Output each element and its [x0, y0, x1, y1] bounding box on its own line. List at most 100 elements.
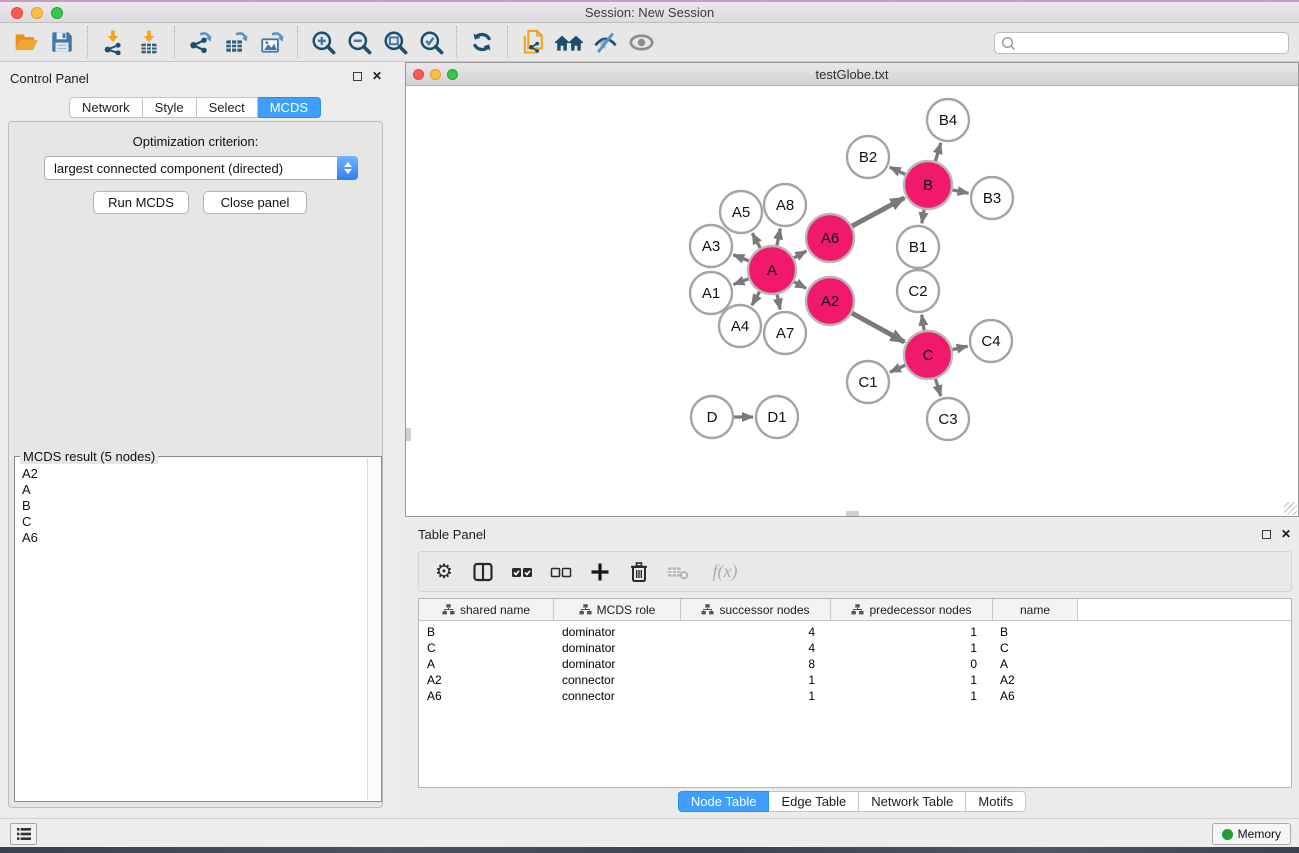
- zoom-fit-button[interactable]: [377, 25, 413, 59]
- close-panel-icon[interactable]: ✕: [372, 71, 382, 82]
- minimize-window-icon[interactable]: [31, 7, 43, 19]
- save-session-button[interactable]: [44, 25, 80, 59]
- network-minimize-icon[interactable]: [430, 69, 441, 80]
- result-item[interactable]: A2: [16, 466, 366, 482]
- node-A8[interactable]: A8: [764, 184, 806, 226]
- search-input[interactable]: [1017, 34, 1288, 52]
- unselect-all-button[interactable]: [549, 560, 573, 584]
- table-settings-button[interactable]: ⚙: [432, 560, 456, 584]
- node-D[interactable]: D: [691, 396, 733, 438]
- result-item[interactable]: C: [16, 514, 366, 530]
- delete-table-button[interactable]: [666, 560, 690, 584]
- node-C[interactable]: C: [904, 331, 952, 379]
- select-all-button[interactable]: [510, 560, 534, 584]
- zoom-window-icon[interactable]: [51, 7, 63, 19]
- result-item[interactable]: A: [16, 482, 366, 498]
- node-B3[interactable]: B3: [971, 177, 1013, 219]
- column-header-shared-name[interactable]: shared name: [419, 599, 554, 620]
- vertical-scroll-thumb[interactable]: [406, 428, 411, 441]
- edge-A-A6[interactable]: [794, 251, 807, 258]
- node-A6[interactable]: A6: [806, 214, 854, 262]
- delete-row-button[interactable]: [627, 560, 651, 584]
- node-B4[interactable]: B4: [927, 99, 969, 141]
- node-A3[interactable]: A3: [690, 225, 732, 267]
- result-scrollbar[interactable]: [367, 458, 380, 800]
- column-header-name[interactable]: name: [993, 599, 1078, 620]
- edge-C-C2[interactable]: [922, 315, 924, 331]
- clone-network-button[interactable]: [515, 25, 551, 59]
- horizontal-scroll-thumb[interactable]: [846, 511, 859, 516]
- tab-style[interactable]: Style: [143, 97, 197, 118]
- edge-B-B1[interactable]: [922, 210, 924, 224]
- mcds-result-list[interactable]: A2ABCA6: [16, 466, 366, 546]
- node-A5[interactable]: A5: [720, 191, 762, 233]
- edge-A2-C[interactable]: [852, 313, 905, 342]
- tab-edge-table[interactable]: Edge Table: [769, 791, 859, 812]
- table-row[interactable]: Cdominator41C: [419, 640, 1291, 656]
- resize-grip[interactable]: [1284, 502, 1297, 515]
- edge-A-A8[interactable]: [777, 229, 780, 246]
- refresh-layout-button[interactable]: [464, 25, 500, 59]
- node-D1[interactable]: D1: [756, 396, 798, 438]
- zoom-in-button[interactable]: [305, 25, 341, 59]
- node-C1[interactable]: C1: [847, 361, 889, 403]
- column-header-predecessor-nodes[interactable]: predecessor nodes: [831, 599, 993, 620]
- node-B2[interactable]: B2: [847, 136, 889, 178]
- tab-network[interactable]: Network: [69, 97, 143, 118]
- table-row[interactable]: Bdominator41B: [419, 624, 1291, 640]
- task-history-button[interactable]: [10, 823, 37, 845]
- edge-A6-B[interactable]: [852, 198, 904, 226]
- edge-C-C1[interactable]: [890, 365, 905, 372]
- search-box[interactable]: [994, 32, 1289, 54]
- function-builder-button[interactable]: f(x): [705, 560, 745, 584]
- node-A2[interactable]: A2: [806, 277, 854, 325]
- show-details-button[interactable]: [623, 25, 659, 59]
- node-B[interactable]: B: [904, 161, 952, 209]
- close-table-panel-icon[interactable]: ✕: [1281, 529, 1291, 540]
- close-panel-button[interactable]: Close panel: [203, 191, 307, 214]
- node-A4[interactable]: A4: [719, 305, 761, 347]
- hide-graphics-details-button[interactable]: [587, 25, 623, 59]
- zoom-out-button[interactable]: [341, 25, 377, 59]
- float-table-panel-icon[interactable]: [1262, 530, 1271, 539]
- close-window-icon[interactable]: [11, 7, 23, 19]
- run-mcds-button[interactable]: Run MCDS: [93, 191, 189, 214]
- tab-network-table[interactable]: Network Table: [859, 791, 966, 812]
- tab-mcds[interactable]: MCDS: [258, 97, 321, 118]
- memory-button[interactable]: Memory: [1212, 823, 1291, 845]
- node-C2[interactable]: C2: [897, 270, 939, 312]
- node-B1[interactable]: B1: [897, 226, 939, 268]
- node-C4[interactable]: C4: [970, 320, 1012, 362]
- edge-A-A5[interactable]: [752, 233, 760, 248]
- edge-A-A3[interactable]: [733, 255, 748, 261]
- add-row-button[interactable]: [588, 560, 612, 584]
- edge-A-A7[interactable]: [777, 295, 780, 310]
- split-panel-button[interactable]: [471, 560, 495, 584]
- table-row[interactable]: Adominator80A: [419, 656, 1291, 672]
- zoom-selected-button[interactable]: [413, 25, 449, 59]
- criterion-dropdown[interactable]: largest connected component (directed): [44, 156, 358, 180]
- node-A7[interactable]: A7: [764, 312, 806, 354]
- network-overview-button[interactable]: [551, 25, 587, 59]
- tab-select[interactable]: Select: [197, 97, 258, 118]
- float-panel-icon[interactable]: [353, 72, 362, 81]
- node-A1[interactable]: A1: [690, 272, 732, 314]
- export-image-button[interactable]: [254, 25, 290, 59]
- table-row[interactable]: A2connector11A2: [419, 672, 1291, 688]
- edge-B-B4[interactable]: [935, 143, 941, 161]
- tab-motifs[interactable]: Motifs: [966, 791, 1026, 812]
- network-zoom-icon[interactable]: [447, 69, 458, 80]
- export-network-button[interactable]: [182, 25, 218, 59]
- import-table-button[interactable]: [131, 25, 167, 59]
- edge-A-A4[interactable]: [752, 292, 760, 306]
- network-close-icon[interactable]: [413, 69, 424, 80]
- result-item[interactable]: B: [16, 498, 366, 514]
- node-A[interactable]: A: [748, 246, 796, 294]
- edge-A-A1[interactable]: [734, 279, 749, 285]
- network-canvas[interactable]: B4B2BB3A8A5A6A3B1AA1C2A2A4A7C4CC1DD1C3: [406, 86, 1298, 516]
- edge-C-C4[interactable]: [952, 346, 967, 349]
- export-table-button[interactable]: [218, 25, 254, 59]
- edge-B-B2[interactable]: [890, 167, 906, 174]
- edge-A-A2[interactable]: [794, 282, 806, 289]
- edge-C-C3[interactable]: [936, 379, 941, 396]
